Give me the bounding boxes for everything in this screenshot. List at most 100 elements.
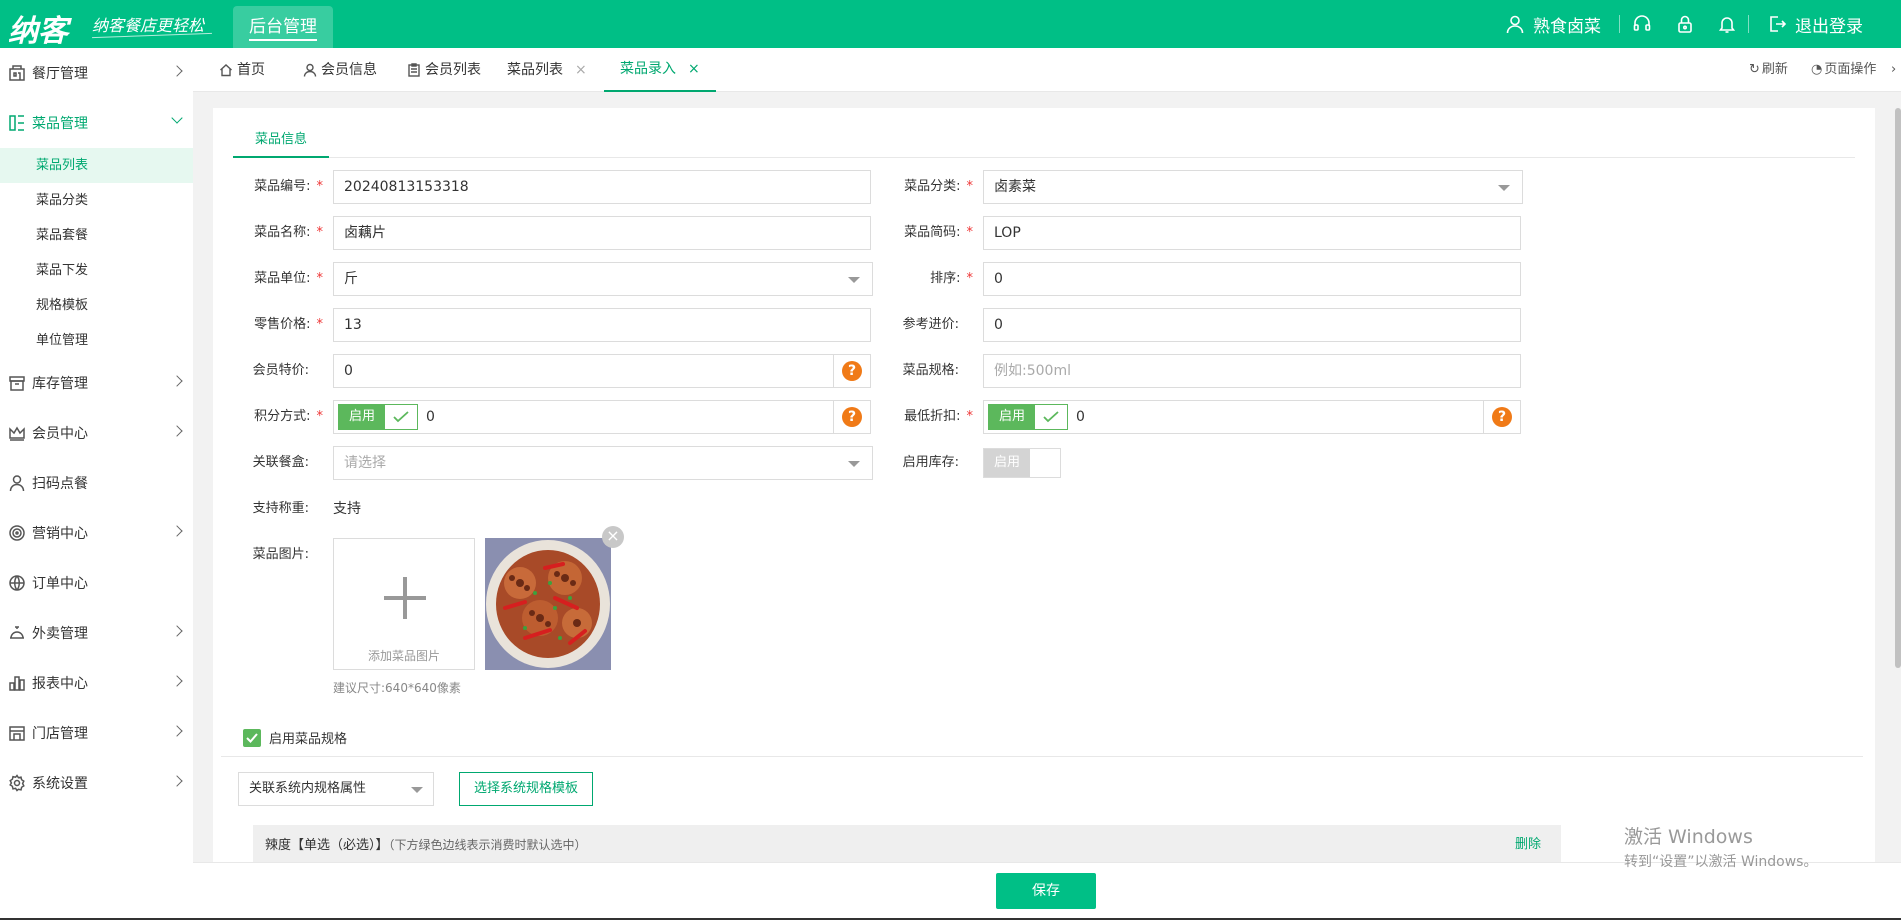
sidebar-item-restaurant[interactable]: 餐厅管理: [0, 48, 193, 98]
image-label: 菜品图片:: [213, 538, 323, 572]
spec-attr-select[interactable]: 关联系统内规格属性: [238, 772, 434, 806]
unit-select[interactable]: 斤: [333, 262, 873, 296]
label-text: 参考进价:: [902, 317, 959, 332]
delete-spec-button[interactable]: 删除: [1515, 825, 1541, 865]
chevron-right-icon: [171, 525, 183, 537]
refresh-label: 刷新: [1761, 62, 1788, 77]
sidebar-item-report[interactable]: 报表中心: [0, 658, 193, 708]
tab-dish-info[interactable]: 菜品信息: [233, 122, 329, 158]
sidebar-item-settings[interactable]: 系统设置: [0, 758, 193, 808]
label-text: 菜品单位:: [254, 271, 311, 286]
tab-label: 会员信息: [321, 62, 377, 78]
sidebar-item-store[interactable]: 门店管理: [0, 708, 193, 758]
sidebar-sub-dish-list[interactable]: 菜品列表: [0, 148, 193, 183]
member-price-value: 0: [344, 363, 353, 379]
brand-slogan: 纳客餐店更轻松: [92, 16, 205, 35]
ref-price-input[interactable]: 0: [983, 308, 1521, 342]
toggle-label: 启用: [339, 405, 385, 429]
retail-price-input[interactable]: 13: [333, 308, 871, 342]
checkbox-checked[interactable]: [243, 728, 261, 747]
lock-button[interactable]: [1664, 14, 1706, 34]
watermark-line1: 激活 Windows: [1624, 826, 1753, 848]
short-code-label: 菜品简码: *: [863, 216, 973, 250]
sidebar-item-order[interactable]: 订单中心: [0, 558, 193, 608]
unit-label: 菜品单位: *: [213, 262, 323, 296]
sidebar-sub-dish-category[interactable]: 菜品分类: [0, 183, 193, 218]
lotus-root-photo: [485, 538, 611, 670]
sidebar-sub-spec-template[interactable]: 规格模板: [0, 288, 193, 323]
toggle-label: 启用: [989, 405, 1035, 429]
sort-input[interactable]: 0: [983, 262, 1521, 296]
sidebar-item-inventory[interactable]: 库存管理: [0, 358, 193, 408]
top-tab-admin[interactable]: 后台管理: [233, 6, 333, 48]
label-text: 排序:: [930, 271, 961, 286]
top-right-tools: 熟食卤菜 退出登录: [1487, 0, 1881, 48]
chevron-right-icon: [171, 65, 183, 77]
short-code-input[interactable]: LOP: [983, 216, 1521, 250]
sidebar-sub-dish-distribute[interactable]: 菜品下发: [0, 253, 193, 288]
person-icon: [9, 475, 25, 492]
tab-label: 首页: [237, 62, 265, 78]
select-spec-template-button[interactable]: 选择系统规格模板: [459, 772, 593, 806]
close-icon[interactable]: ×: [688, 47, 700, 91]
support-button[interactable]: [1620, 14, 1664, 34]
brand-logo[interactable]: 纳客: [8, 6, 68, 50]
sidebar-sub-unit[interactable]: 单位管理: [0, 323, 193, 358]
discount-toggle[interactable]: 启用: [988, 404, 1068, 430]
discount-input[interactable]: 0: [1076, 401, 1085, 433]
enable-spec-checkbox[interactable]: 启用菜品规格: [243, 728, 347, 747]
label-text: 菜品规格:: [902, 363, 959, 378]
tab-dish-list[interactable]: 菜品列表 ×: [507, 48, 587, 92]
sidebar-sub-dish-combo[interactable]: 菜品套餐: [0, 218, 193, 253]
user-menu[interactable]: 熟食卤菜: [1487, 12, 1619, 37]
sidebar-item-marketing[interactable]: 营销中心: [0, 508, 193, 558]
weigh-label: 支持称重:: [213, 492, 323, 526]
stock-toggle[interactable]: 启用: [983, 448, 1061, 478]
points-toggle[interactable]: 启用: [338, 404, 418, 430]
sidebar-item-member[interactable]: 会员中心: [0, 408, 193, 458]
member-price-label: 会员特价:: [213, 354, 323, 388]
tab-home[interactable]: 首页: [219, 48, 265, 92]
box-placeholder: 请选择: [344, 455, 386, 471]
help-button[interactable]: ?: [1483, 400, 1521, 434]
sidebar-item-label: 会员中心: [32, 426, 88, 442]
required-mark: *: [316, 317, 324, 332]
close-icon[interactable]: ×: [575, 48, 587, 92]
sidebar-item-dish[interactable]: 菜品管理: [0, 98, 193, 148]
notification-button[interactable]: [1706, 14, 1748, 34]
top-tab-admin-label: 后台管理: [249, 17, 317, 41]
refresh-button[interactable]: ↻ 刷新: [1749, 48, 1788, 92]
tab-member-info[interactable]: 会员信息: [303, 48, 377, 92]
add-image-button[interactable]: 添加菜品图片: [333, 538, 475, 670]
sidebar-item-scan-order[interactable]: 扫码点餐: [0, 458, 193, 508]
watermark-line2: 转到“设置”以激活 Windows。: [1624, 854, 1818, 870]
spec-input[interactable]: 例如:500ml: [983, 354, 1521, 388]
tab-member-list[interactable]: 会员列表: [407, 48, 481, 92]
gear-icon: [9, 774, 25, 792]
scrollbar[interactable]: [1895, 108, 1901, 668]
sidebar-item-label: 外卖管理: [32, 626, 88, 642]
code-input[interactable]: 20240813153318: [333, 170, 871, 204]
page-ops-button[interactable]: ◔ 页面操作: [1811, 48, 1876, 92]
tab-dish-entry[interactable]: 菜品录入 ×: [604, 48, 716, 92]
check-icon: [1043, 411, 1059, 423]
tab-bar: 首页 会员信息 会员列表 菜品列表 × 菜品录入 × ↻ 刷新 ◔ 页面操作 ›: [193, 48, 1901, 92]
points-input[interactable]: 0: [426, 401, 435, 433]
globe-icon: [9, 575, 25, 591]
logout-icon: [1770, 16, 1787, 32]
name-input[interactable]: 卤藕片: [333, 216, 871, 250]
category-select[interactable]: 卤素菜: [983, 170, 1523, 204]
box-select[interactable]: 请选择: [333, 446, 873, 480]
logout-button[interactable]: 退出登录: [1749, 12, 1881, 37]
label-text: 菜品简码:: [904, 225, 961, 240]
member-price-input[interactable]: 0 ?: [333, 354, 871, 388]
save-button[interactable]: 保存: [996, 873, 1096, 909]
remove-photo-button[interactable]: ×: [602, 526, 624, 548]
spec-attr-value: 关联系统内规格属性: [249, 781, 367, 796]
dish-photo[interactable]: [485, 538, 611, 670]
chevron-right-icon[interactable]: ›: [1891, 48, 1896, 92]
lock-icon: [1678, 15, 1692, 33]
sidebar-item-label: 营销中心: [32, 526, 88, 542]
discount-label: 最低折扣: *: [863, 400, 973, 434]
sidebar-item-takeaway[interactable]: 外卖管理: [0, 608, 193, 658]
